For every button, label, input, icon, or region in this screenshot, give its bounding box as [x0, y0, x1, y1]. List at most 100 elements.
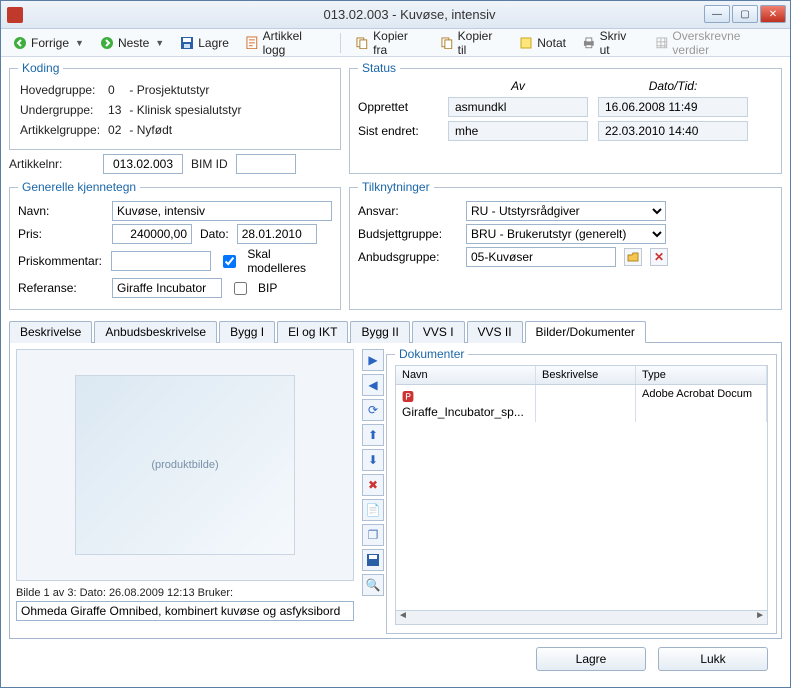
- browse-button[interactable]: [624, 248, 642, 266]
- copy-button[interactable]: ❐: [362, 524, 384, 546]
- note-button[interactable]: Notat: [513, 34, 572, 52]
- koding-legend: Koding: [18, 61, 63, 75]
- tab-bygg2[interactable]: Bygg II: [350, 321, 409, 343]
- doc-type-cell: Adobe Acrobat Docum: [636, 385, 767, 422]
- opprettet-dato: 16.06.2008 11:49: [598, 97, 748, 117]
- bip-checkbox[interactable]: [234, 282, 247, 295]
- endret-dato: 22.03.2010 14:40: [598, 121, 748, 141]
- article-log-button[interactable]: Artikkel logg: [239, 27, 333, 59]
- maximize-button[interactable]: ▢: [732, 5, 758, 23]
- endret-label: Sist endret:: [358, 124, 438, 138]
- bimid-input[interactable]: [236, 154, 296, 174]
- image-caption: Bilde 1 av 3: Dato: 26.08.2009 12:13 Bru…: [16, 587, 354, 599]
- anbud-input[interactable]: [466, 247, 616, 267]
- tab-bilder-dokumenter[interactable]: Bilder/Dokumenter: [525, 321, 646, 343]
- skal-modelleres-checkbox[interactable]: [223, 255, 236, 268]
- toolbar: Forrige▼ Neste▼ Lagre Artikkel logg Kopi…: [1, 29, 790, 57]
- budsjett-select[interactable]: BRU - Brukerutstyr (generelt): [466, 224, 666, 244]
- prev-image-button[interactable]: ◀: [362, 374, 384, 396]
- overwritten-values-button[interactable]: Overskrevne verdier: [649, 27, 784, 59]
- tab-el-ikt[interactable]: El og IKT: [277, 321, 348, 343]
- save-button[interactable]: Lagre: [174, 34, 235, 52]
- status-group: Status Av Dato/Tid: Opprettet asmundkl 1…: [349, 61, 782, 174]
- table-row[interactable]: 🅿 Giraffe_Incubator_sp... Adobe Acrobat …: [396, 385, 767, 422]
- app-icon: [7, 7, 23, 23]
- save-label: Lagre: [198, 36, 229, 50]
- delete-image-button[interactable]: ✖: [362, 474, 384, 496]
- footer-save-button[interactable]: Lagre: [536, 647, 646, 671]
- image-description-input[interactable]: [16, 601, 354, 621]
- zoom-button[interactable]: 🔍: [362, 574, 384, 596]
- minimize-button[interactable]: —: [704, 5, 730, 23]
- koding-group: Koding Hovedgruppe:0- Prosjektutstyr Und…: [9, 61, 341, 150]
- copy-from-button[interactable]: Kopier fra: [349, 27, 430, 59]
- documents-legend: Dokumenter: [395, 347, 468, 361]
- navn-label: Navn:: [18, 204, 104, 218]
- priskommentar-label: Priskommentar:: [18, 254, 103, 268]
- tab-vvs2[interactable]: VVS II: [467, 321, 523, 343]
- generelle-group: Generelle kjennetegn Navn: Pris: Dato: P…: [9, 180, 341, 310]
- dato-label: Dato:: [200, 227, 229, 241]
- tilknytninger-group: Tilknytninger Ansvar: RU - Utstyrsrådgiv…: [349, 180, 782, 310]
- next-button[interactable]: Neste▼: [94, 34, 170, 52]
- next-label: Neste: [118, 36, 149, 50]
- pdf-icon: 🅿: [402, 390, 414, 404]
- doc-name-cell: 🅿 Giraffe_Incubator_sp...: [396, 385, 536, 422]
- back-label: Forrige: [31, 36, 69, 50]
- horizontal-scrollbar[interactable]: [396, 610, 767, 624]
- note-label: Notat: [537, 36, 566, 50]
- col-navn[interactable]: Navn: [396, 366, 536, 384]
- budsjett-label: Budsjettgruppe:: [358, 227, 458, 241]
- pris-input[interactable]: [112, 224, 192, 244]
- print-button[interactable]: Skriv ut: [576, 27, 645, 59]
- tabs: Beskrivelse Anbudsbeskrivelse Bygg I El …: [9, 320, 782, 343]
- grid-icon: [655, 36, 669, 50]
- col-beskrivelse[interactable]: Beskrivelse: [536, 366, 636, 384]
- close-button[interactable]: ✕: [760, 5, 786, 23]
- artikkelnr-label: Artikkelnr:: [9, 157, 95, 171]
- pris-label: Pris:: [18, 227, 104, 241]
- tab-body: (produktbilde) Bilde 1 av 3: Dato: 26.08…: [9, 343, 782, 639]
- tab-bygg1[interactable]: Bygg I: [219, 321, 275, 343]
- endret-av: mhe: [448, 121, 588, 141]
- move-down-button[interactable]: ⬇: [362, 449, 384, 471]
- back-button[interactable]: Forrige▼: [7, 34, 90, 52]
- image-toolbar: ▶ ◀ ⟳ ⬆ ⬇ ✖ 📄 ❐ 🔍: [360, 343, 386, 638]
- log-label: Artikkel logg: [263, 29, 327, 57]
- av-header: Av: [448, 79, 588, 93]
- copy-to-button[interactable]: Kopier til: [434, 27, 509, 59]
- refresh-button[interactable]: ⟳: [362, 399, 384, 421]
- dato-input[interactable]: [237, 224, 317, 244]
- documents-table: Navn Beskrivelse Type 🅿 Giraffe_Incubato…: [395, 365, 768, 625]
- next-image-button[interactable]: ▶: [362, 349, 384, 371]
- opprettet-label: Opprettet: [358, 100, 438, 114]
- copy-from-label: Kopier fra: [373, 29, 424, 57]
- footer-close-button[interactable]: Lukk: [658, 647, 768, 671]
- tab-anbudsbeskrivelse[interactable]: Anbudsbeskrivelse: [94, 321, 217, 343]
- copy-from-icon: [355, 36, 369, 50]
- navn-input[interactable]: [112, 201, 332, 221]
- save-image-button[interactable]: [362, 549, 384, 571]
- import-button[interactable]: 📄: [362, 499, 384, 521]
- bimid-label: BIM ID: [191, 157, 228, 171]
- col-type[interactable]: Type: [636, 366, 767, 384]
- move-up-button[interactable]: ⬆: [362, 424, 384, 446]
- artikkelgruppe-code: 02: [108, 121, 127, 139]
- anbud-label: Anbudsgruppe:: [358, 250, 458, 264]
- referanse-input[interactable]: [112, 278, 222, 298]
- next-icon: [100, 36, 114, 50]
- overwritten-label: Overskrevne verdier: [672, 29, 778, 57]
- clear-button[interactable]: ✕: [650, 248, 668, 266]
- ansvar-select[interactable]: RU - Utstyrsrådgiver: [466, 201, 666, 221]
- ansvar-label: Ansvar:: [358, 204, 458, 218]
- artikkelnr-input[interactable]: [103, 154, 183, 174]
- image-pane: (produktbilde) Bilde 1 av 3: Dato: 26.08…: [10, 343, 360, 638]
- log-icon: [245, 36, 259, 50]
- tab-vvs1[interactable]: VVS I: [412, 321, 465, 343]
- status-legend: Status: [358, 61, 400, 75]
- copy-to-icon: [440, 36, 454, 50]
- tab-beskrivelse[interactable]: Beskrivelse: [9, 321, 92, 343]
- skal-modelleres-label: Skal modelleres: [247, 247, 332, 275]
- priskommentar-input[interactable]: [111, 251, 211, 271]
- window: 013.02.003 - Kuvøse, intensiv — ▢ ✕ Forr…: [0, 0, 791, 688]
